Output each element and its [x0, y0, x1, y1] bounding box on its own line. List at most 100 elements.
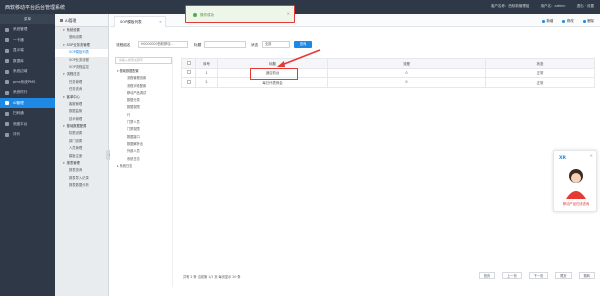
last-page-button[interactable]: 尾页 — [555, 272, 572, 279]
submenu-group[interactable]: 客单中心 — [55, 94, 108, 101]
sidebar-item-label: 系统时行 — [13, 90, 28, 94]
close-icon[interactable]: × — [590, 153, 593, 158]
row-status: 正常 — [485, 67, 595, 78]
submenu-item[interactable]: 部门设置 — [55, 138, 108, 145]
header-status[interactable]: 状态 — [485, 58, 595, 69]
checkbox[interactable] — [186, 70, 191, 75]
clock-icon — [5, 90, 9, 95]
delete-button[interactable]: 删除 — [582, 19, 594, 23]
sidebar-item-runtime[interactable]: 系统时行 — [0, 87, 55, 98]
user-name[interactable]: 用户名：admin — [541, 4, 566, 8]
submenu-group[interactable]: 报表管理 — [55, 160, 108, 167]
submenu-item-sop-templates[interactable]: SOP模板列表 — [55, 49, 108, 57]
customer-name: 客户名称：西软新管理组 — [490, 4, 530, 8]
tree-node[interactable]: 系统日志 — [115, 156, 172, 163]
header-select-all[interactable] — [181, 58, 196, 69]
submenu-item[interactable]: 任务管理 — [55, 79, 108, 86]
checkbox[interactable] — [186, 60, 191, 65]
add-button[interactable]: 新增 — [542, 19, 553, 23]
sidebar-item-pms[interactable]: pms系统PMS — [0, 77, 55, 88]
submenu-item[interactable]: 模板注册 — [55, 153, 108, 160]
prev-page-button[interactable]: 上一页 — [502, 272, 522, 279]
add-icon — [542, 19, 545, 23]
sidebar-item-domain[interactable]: 系统边域 — [0, 66, 55, 77]
sidebar-item-label: 评价 — [13, 132, 21, 136]
sidebar-item-label: 一卡通 — [13, 37, 24, 42]
submenu-item[interactable]: 报表查询 — [55, 167, 108, 174]
row-select[interactable] — [181, 67, 196, 78]
row-flow: 0 — [327, 77, 486, 88]
sidebar-item-ai[interactable]: AI管理 — [0, 97, 55, 108]
sidebar-item-test[interactable]: 测度平台 — [0, 119, 55, 130]
sidebar-item-card[interactable]: 一卡通 — [0, 35, 55, 46]
sidebar-item-label: 数据库 — [13, 58, 24, 63]
table-row[interactable]: 2 每日代表例会 0 正常 — [181, 77, 595, 88]
tree-node[interactable]: 门禁权限 — [115, 126, 172, 133]
tree-node[interactable]: 流程管理设置 — [115, 75, 172, 82]
submenu-item[interactable]: 基础设置 — [55, 34, 108, 41]
row-title-cell[interactable]: 酒店前台 — [217, 67, 328, 80]
submenu-item[interactable]: 报表导入记录 — [55, 175, 108, 182]
sidebar-toggle[interactable]: 菜单 — [0, 14, 55, 24]
add-label: 新增 — [546, 19, 554, 23]
tree-node[interactable]: 门禁人员 — [115, 119, 172, 126]
logout-link[interactable]: 退出 · 设置 — [577, 4, 594, 8]
query-button[interactable]: 查询 — [294, 41, 312, 48]
table-row[interactable]: 1 酒店前台 0 正常 — [181, 67, 595, 80]
sidebar-item-review[interactable]: 评价 — [0, 129, 55, 140]
tree-node[interactable]: 数据解析出 — [115, 141, 172, 148]
sidebar-item-system[interactable]: 系统管理 — [0, 24, 55, 35]
sidebar-item-label: pms系统PMS — [13, 79, 36, 84]
tree-node[interactable]: 外部人员 — [115, 148, 172, 155]
submenu-item[interactable]: 报表数据分析 — [55, 182, 108, 189]
tree-node[interactable]: 行 — [115, 112, 172, 119]
submenu-item[interactable]: 客服管理 — [55, 101, 108, 108]
submenu-item[interactable]: SOP业务流程 — [55, 57, 108, 64]
tree-search-input[interactable]: 请输入搜索关键字 — [115, 57, 172, 64]
submenu-item[interactable]: 权限设置 — [55, 130, 108, 137]
next-page-button[interactable]: 下一页 — [528, 272, 549, 279]
goto-page-button[interactable]: 跳转 — [578, 272, 595, 279]
header-flow[interactable]: 流程 — [327, 58, 486, 69]
title-input[interactable] — [204, 41, 246, 48]
submenu-item[interactable]: 任务查询 — [55, 86, 108, 93]
row-select[interactable] — [181, 77, 196, 88]
chat-widget[interactable]: × XR 移动产品在线咨询 — [553, 150, 597, 212]
submenu-group[interactable]: 基础数据配置 — [55, 123, 108, 130]
close-icon[interactable]: × — [159, 17, 162, 27]
toolbar-actions: 新增 修改 删除 — [534, 18, 594, 23]
pagination-bar: 共有 2 条 当前第 1/1 页 每页显示 20 条 首页 上一页 下一页 尾页… — [181, 272, 595, 282]
row-title: 每日代表例会 — [262, 80, 283, 85]
first-page-button[interactable]: 首页 — [478, 272, 496, 279]
submenu-group[interactable]: 流程日志 — [55, 71, 108, 78]
tree-node[interactable]: 数据分类 — [115, 97, 172, 104]
tab-bar: SOP模板列表 × 新增 修改 删除 — [110, 14, 600, 27]
sidebar-item-scan[interactable]: 扫码通 — [0, 108, 55, 119]
pager: 首页 上一页 下一页 尾页 跳转 — [473, 272, 595, 279]
group-select[interactable]: H0000000西软移动... — [138, 41, 188, 48]
tab-sop-templates[interactable]: SOP模板列表 × — [114, 16, 166, 27]
submenu-item[interactable]: 技术管理 — [55, 116, 108, 123]
sidebar-item-display[interactable]: 显示端 — [0, 45, 55, 56]
submenu-item[interactable]: 人员管理 — [55, 145, 108, 152]
tree-node[interactable]: 系统日志 — [115, 163, 172, 170]
tree-node[interactable]: 移动产品调试 — [115, 90, 172, 97]
filter-bar: 流程组名 H0000000西软移动... 标题 状态 全部 查询 — [116, 41, 596, 49]
edit-button[interactable]: 修改 — [562, 19, 574, 23]
submenu-item[interactable]: 数据监管 — [55, 108, 108, 115]
close-icon[interactable]: × — [287, 11, 290, 16]
sidebar-item-database[interactable]: 数据库 — [0, 56, 55, 67]
tree-node[interactable]: 数据接口 — [115, 134, 172, 141]
sidebar-item-label: 测度平台 — [13, 121, 28, 126]
submenu-item[interactable]: SOP流程监控 — [55, 64, 108, 71]
display-icon — [5, 48, 9, 53]
sidebar-item-label: 显示端 — [13, 48, 24, 52]
submenu-group[interactable]: 系统设置 — [55, 27, 108, 34]
tree-node[interactable]: 数据权限 — [115, 104, 172, 111]
tree-node[interactable]: 流程字段配置 — [115, 83, 172, 90]
submenu-group[interactable]: SOP业务流管理 — [55, 42, 108, 49]
status-select[interactable]: 全部 — [262, 41, 290, 48]
tree-node[interactable]: 基础数据配置 — [115, 68, 172, 75]
highlight-box — [250, 67, 298, 80]
checkbox[interactable] — [186, 79, 191, 84]
